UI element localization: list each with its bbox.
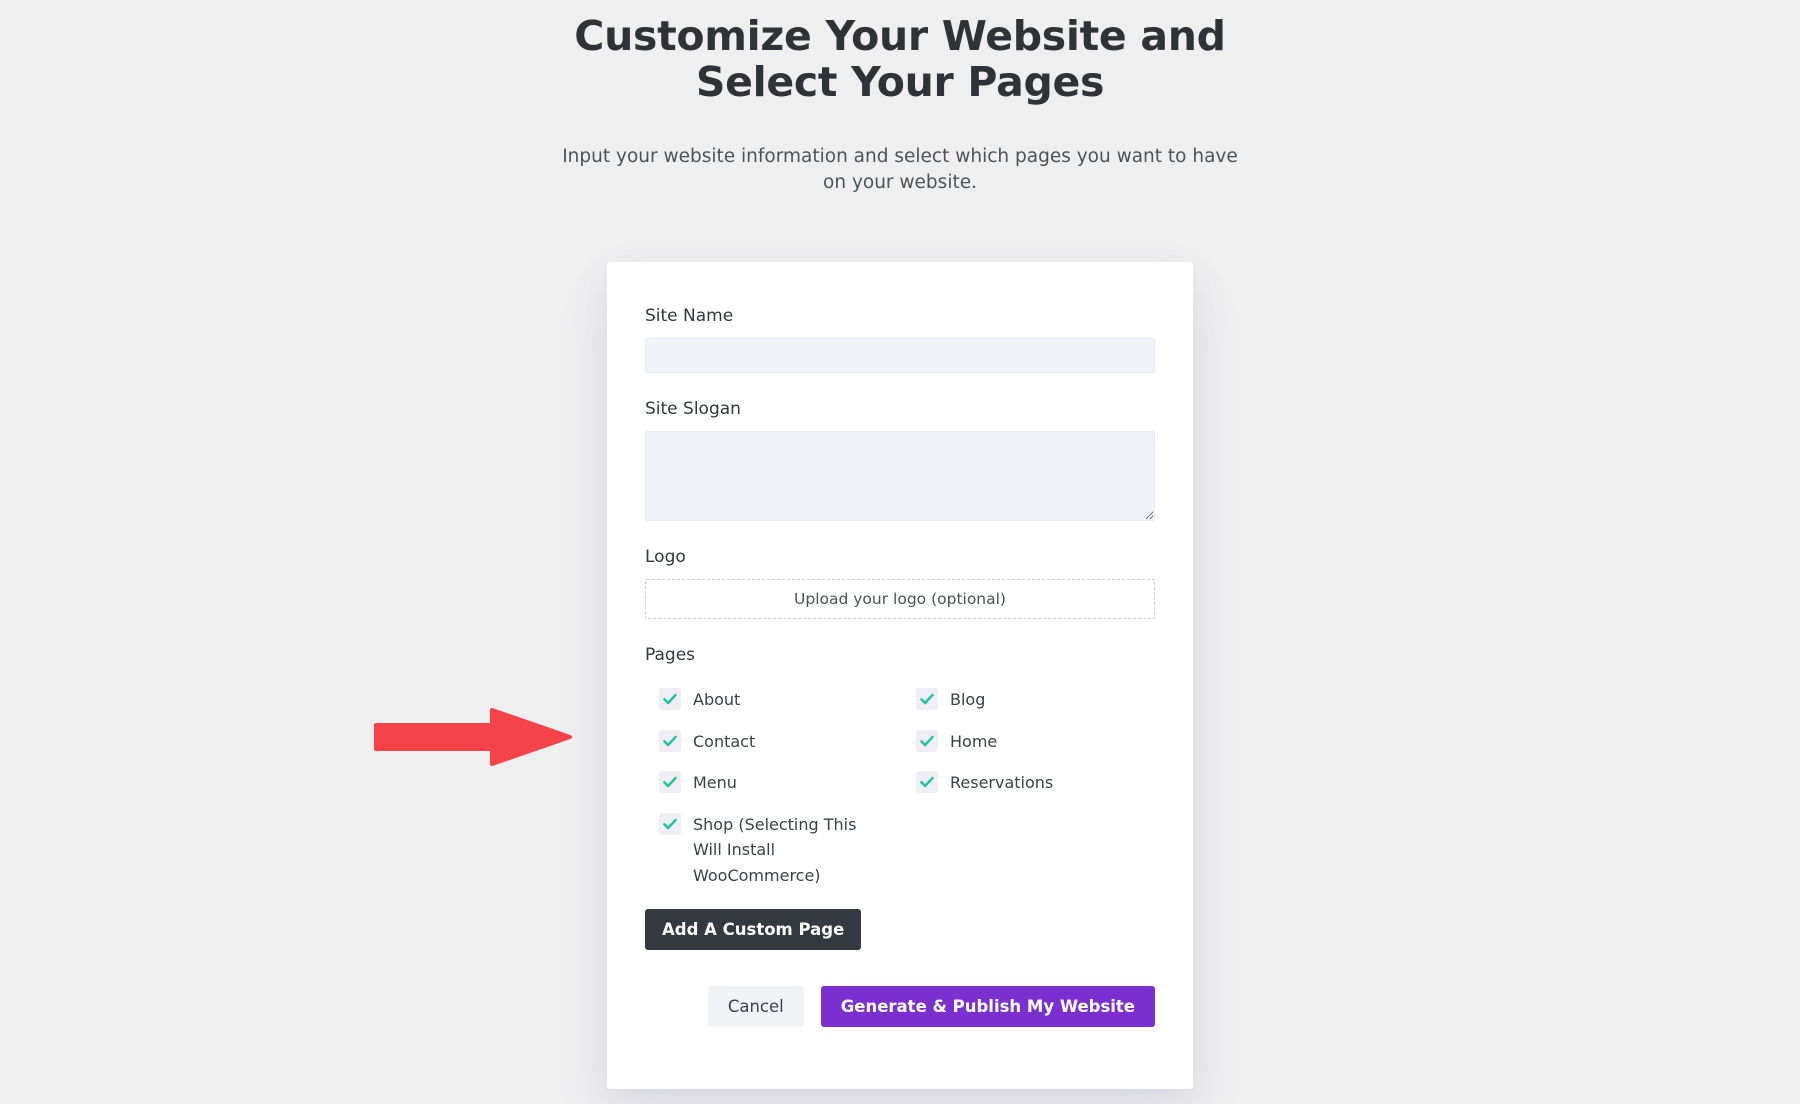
page-checkbox-label: Reservations (950, 773, 1054, 793)
page-checkbox-label: Home (950, 731, 998, 751)
pages-section: Pages About Blog Contact Home Menu Reservatio… (645, 645, 1155, 897)
page-title: Customize Your Website and Select Your P… (574, 12, 1226, 106)
checkbox-checked-icon[interactable] (659, 729, 681, 752)
site-name-input[interactable] (645, 338, 1155, 373)
logo-upload-button[interactable]: Upload your logo (optional) (645, 579, 1155, 619)
site-slogan-label: Site Slogan (645, 399, 741, 419)
page-checkbox-item[interactable]: Home (916, 721, 1155, 763)
checkbox-checked-icon[interactable] (916, 771, 938, 794)
site-slogan-field: Site Slogan (645, 399, 1155, 521)
checkbox-checked-icon[interactable] (659, 812, 681, 835)
page-checkbox-label: Contact (693, 731, 756, 751)
page-checkbox-label: Menu (693, 773, 737, 793)
page-checkbox-item[interactable]: Menu (659, 762, 898, 804)
page-checkbox-item[interactable]: Reservations (916, 762, 1155, 804)
page-checkbox-item[interactable]: Contact (659, 721, 898, 763)
site-name-label: Site Name (645, 306, 734, 326)
page-checkbox-label: Shop (Selecting This Will Install WooCom… (693, 814, 857, 885)
page-subtitle: Input your website information and selec… (562, 145, 1238, 194)
site-name-field: Site Name (645, 306, 1155, 373)
cancel-button[interactable]: Cancel (707, 985, 804, 1027)
form-actions: Cancel Generate & Publish My Website (645, 985, 1155, 1027)
generate-publish-button[interactable]: Generate & Publish My Website (820, 985, 1155, 1027)
logo-label: Logo (645, 547, 686, 567)
pages-checkbox-grid: About Blog Contact Home Menu Reservations Shop… (645, 679, 1155, 897)
checkbox-checked-icon[interactable] (659, 771, 681, 794)
page-root: Customize Your Website and Select Your P… (0, 0, 1800, 1104)
checkbox-checked-icon[interactable] (916, 729, 938, 752)
page-checkbox-label: Blog (950, 690, 986, 709)
logo-field: Logo Upload your logo (optional) (645, 547, 1155, 619)
page-header: Customize Your Website and Select Your P… (550, 12, 1250, 196)
page-checkbox-item[interactable]: Blog (916, 679, 1155, 721)
page-checkbox-label: About (693, 690, 741, 709)
add-custom-page-button[interactable]: Add A Custom Page (645, 908, 862, 950)
page-checkbox-item[interactable]: About (659, 679, 898, 721)
page-checkbox-item[interactable]: Shop (Selecting This Will Install WooCom… (659, 804, 898, 897)
checkbox-checked-icon[interactable] (916, 688, 938, 710)
pages-label: Pages (645, 645, 696, 665)
site-slogan-textarea[interactable] (645, 431, 1155, 521)
add-custom-page-row: Add A Custom Page (645, 908, 1155, 950)
customize-card-wrapper: Site Name Site Slogan Logo Upload your l… (607, 262, 1193, 1089)
customize-form-card: Site Name Site Slogan Logo Upload your l… (607, 262, 1193, 1089)
checkbox-checked-icon[interactable] (659, 688, 681, 710)
annotation-arrow-right-icon (374, 708, 572, 766)
